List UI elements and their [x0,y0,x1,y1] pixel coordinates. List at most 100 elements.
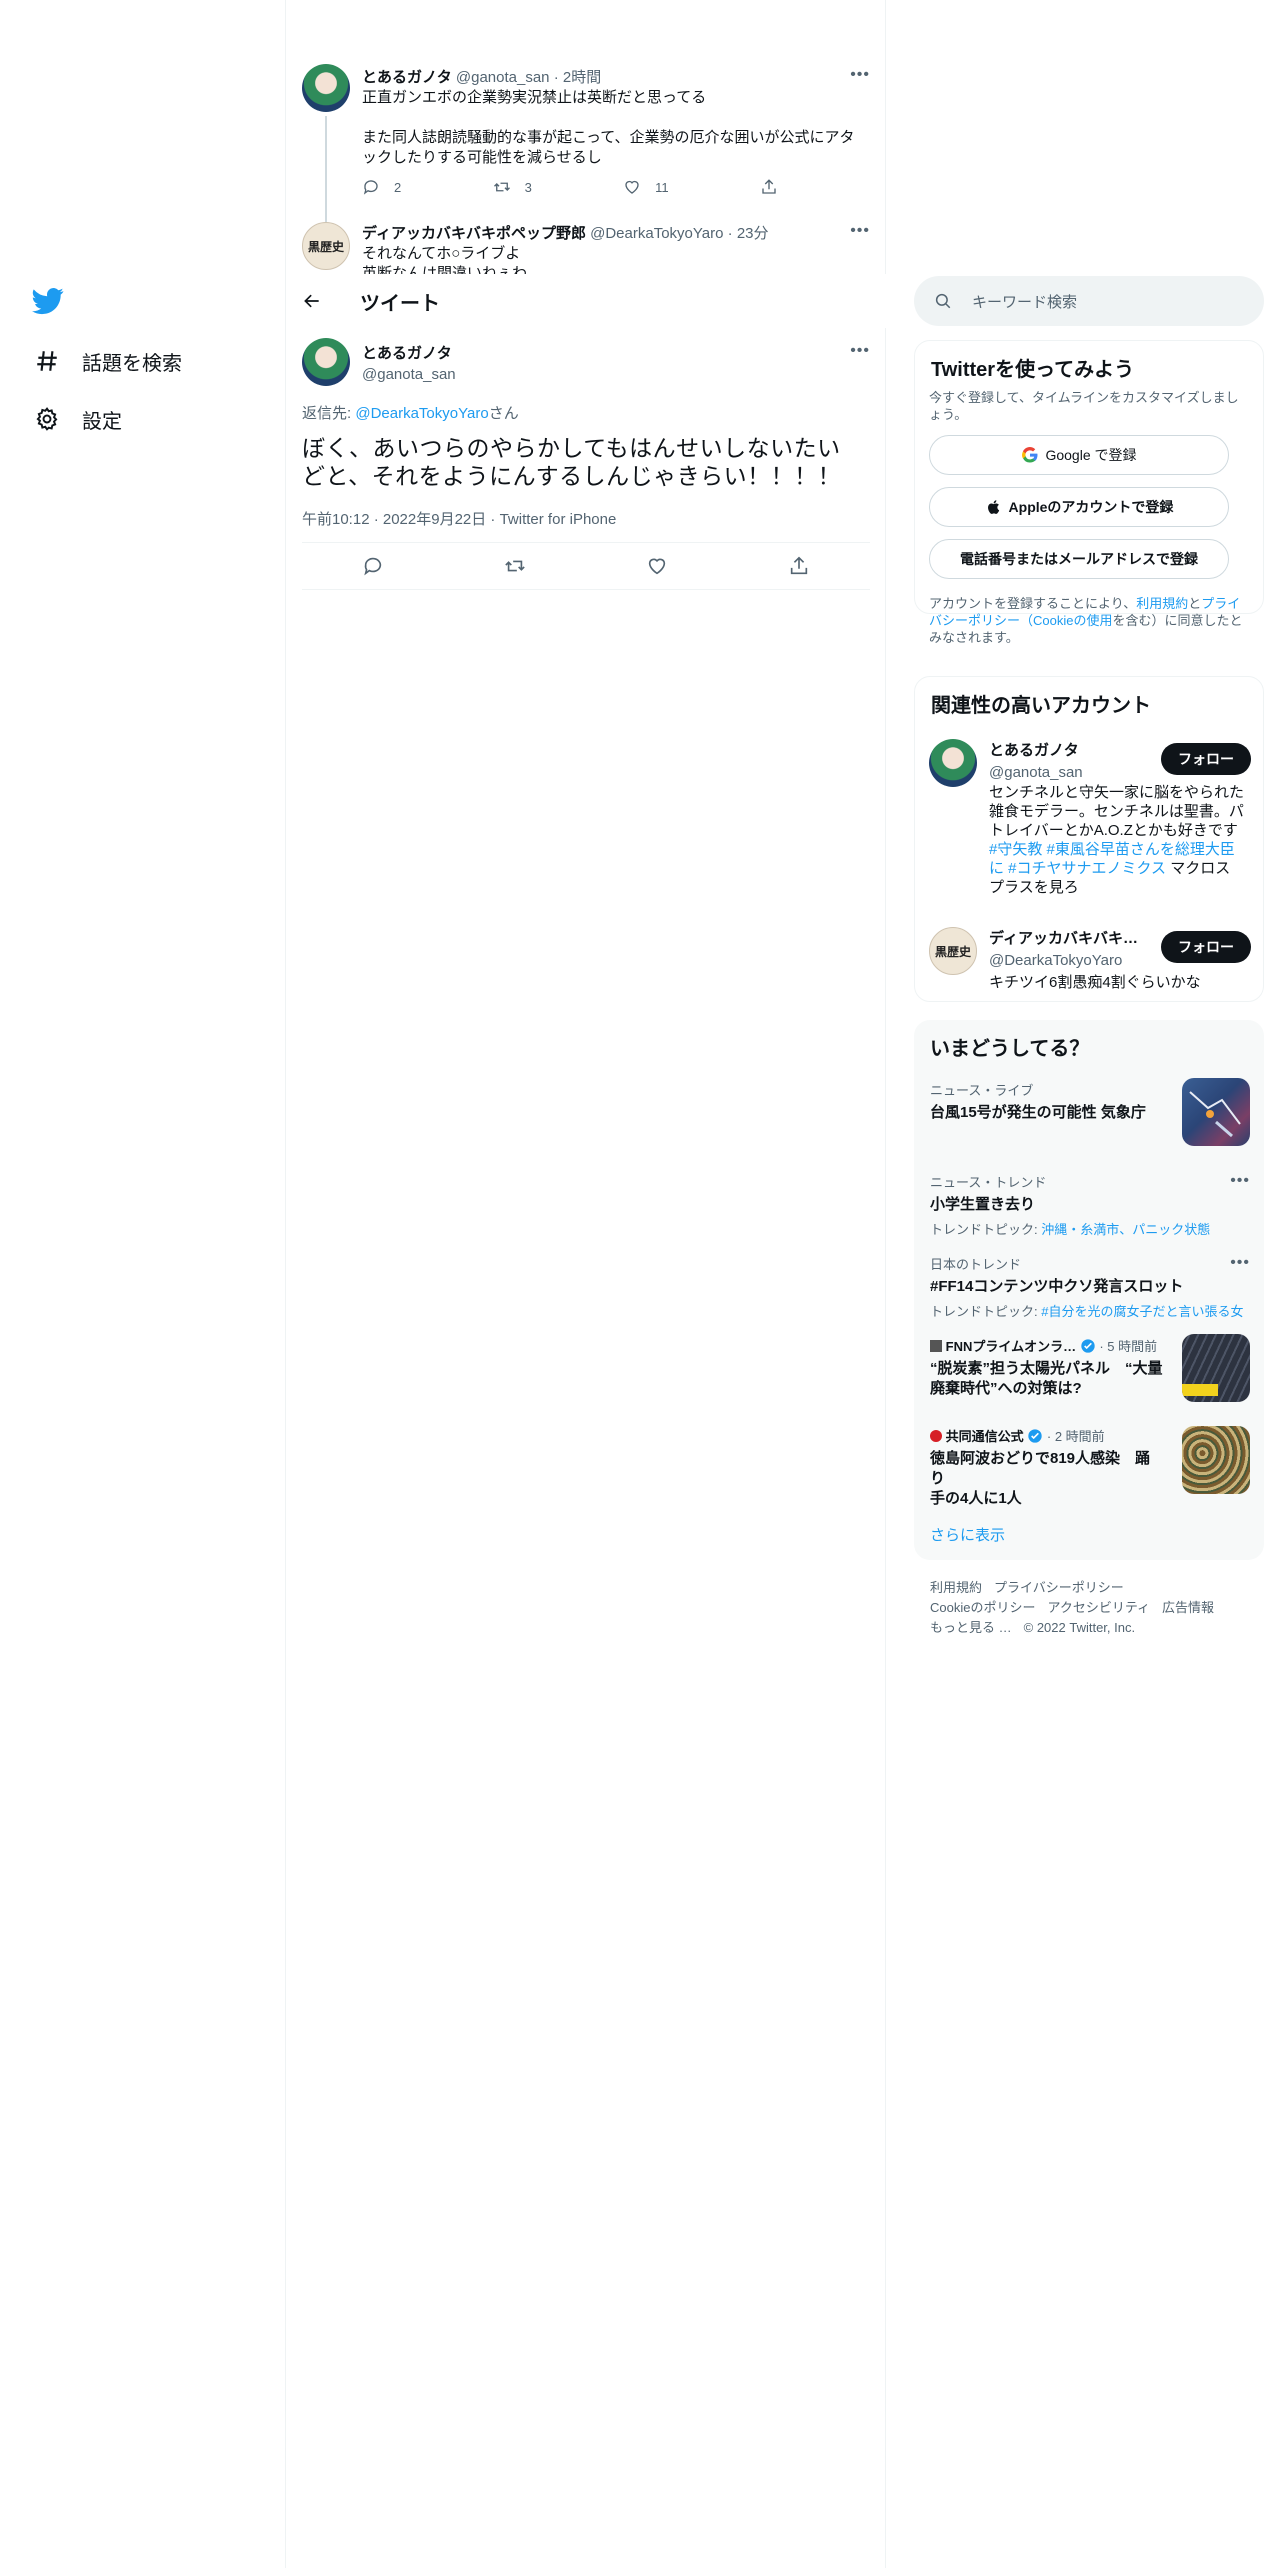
nav-settings[interactable]: 設定 [34,401,122,437]
footer-accessibility-link[interactable]: アクセシビリティ [1047,1600,1150,1615]
search-box[interactable]: キーワード検索 [914,276,1264,326]
thread-tweet[interactable]: 黒歴史 ディアッカバキバキポペップ野郎 @DearkaTokyoYaro · 2… [286,216,886,274]
main-column: とあるガノタ @ganota_san · 2時間 ••• 正直ガンエボの企業勢実… [286,0,886,2568]
verified-badge-icon [1028,1429,1042,1443]
tweet-meta[interactable]: 午前10:12 · 2022年9月22日 · Twitter for iPhon… [302,508,616,529]
display-name[interactable]: とあるガノタ [362,342,456,363]
more-icon[interactable]: ••• [850,222,870,240]
footer-privacy-link[interactable]: プライバシーポリシー [994,1580,1124,1595]
signup-title: Twitterを使ってみよう [931,359,1135,381]
page-title: ツイート [360,292,440,315]
left-navigation: 話題を検索 設定 [0,0,286,2568]
footer-links: 利用規約 プライバシーポリシー Cookieのポリシー アクセシビリティ 広告情報 も… [930,1578,1260,1638]
avatar[interactable]: 黒歴史 [929,927,977,975]
reply-icon[interactable] [362,555,384,577]
trend-item[interactable]: ニュース・トレンド 小学生置き去り トレンドトピック: 沖縄・糸満市、パニック状… [930,1172,1250,1238]
google-logo-icon [1022,446,1038,463]
reply-icon [363,180,378,195]
retweet-icon[interactable] [504,555,526,577]
twitter-logo-icon[interactable] [32,285,64,317]
relevant-accounts-card: 関連性の高いアカウント とあるガノタ @ganota_san フォロー センチネ… [914,676,1264,1002]
more-icon[interactable]: ••• [850,342,870,360]
handle[interactable]: @ganota_san [456,69,550,86]
tweet-text-line: 正直ガンエボの企業勢実況禁止は英断だと思ってる [362,89,707,106]
reply-button[interactable]: 2 [362,178,401,196]
footer-terms-link[interactable]: 利用規約 [930,1580,982,1595]
account-name[interactable]: とあるガノタ [989,739,1083,760]
more-icon[interactable]: ••• [1230,1254,1250,1272]
account-handle[interactable]: @ganota_san [989,764,1083,781]
tweet-text-line: ックしたりする可能性を減らせるし [362,149,602,166]
like-count: 11 [655,179,669,195]
show-more-link[interactable]: さらに表示 [930,1524,1005,1545]
like-button[interactable]: 11 [623,178,669,196]
account-bio: キチツイ6割愚痴4割ぐらいかな [989,974,1201,991]
search-icon [935,293,951,309]
more-icon[interactable]: ••• [1230,1172,1250,1190]
hashtag-link[interactable]: に #コチヤサナエノミクス [989,860,1166,877]
display-name[interactable]: ディアッカバキバキポペップ野郎 [362,225,586,242]
share-icon [762,179,776,194]
handle[interactable]: @ganota_san [362,366,456,383]
privacy-link[interactable]: プライ [1201,596,1240,611]
account-bio: センチネルと守矢一家に脳をやられた 雑食モデラー。センチネルは聖書。パ トレイバ… [989,784,1245,896]
account-item[interactable]: とあるガノタ @ganota_san フォロー センチネルと守矢一家に脳をやられ… [915,737,1265,917]
thread-tweet[interactable]: とあるガノタ @ganota_san · 2時間 ••• 正直ガンエボの企業勢実… [286,58,886,266]
main-tweet: とあるガノタ @ganota_san ••• 返信先: @DearkaTokyo… [286,328,886,590]
phone-email-signup-button[interactable]: 電話番号またはメールアドレスで登録 [929,539,1229,579]
tweet-header: ツイート [286,274,886,328]
footer-cookie-link[interactable]: Cookieのポリシー [930,1600,1035,1615]
heart-icon[interactable] [646,555,668,577]
share-button[interactable] [760,178,792,196]
trends-card: いまどうしてる？ ニュース・ライブ 台風15号が発生の可能性 気象庁 ニュース・… [914,1020,1264,1560]
display-name[interactable]: とあるガノタ [362,69,452,86]
trend-item[interactable]: 日本のトレンド #FF14コンテンツ中クソ発言スロット トレンドトピック: #自… [930,1254,1250,1320]
timestamp[interactable]: 2時間 [563,69,601,86]
terms-link[interactable]: 利用規約 [1136,596,1188,611]
tweet-text-line: それなんてホ○ライブよ [362,245,521,262]
more-icon[interactable]: ••• [850,66,870,84]
footer-more-link[interactable]: もっと見る … [930,1620,1012,1635]
timestamp[interactable]: 23分 [737,225,769,242]
follow-button[interactable]: フォロー [1161,743,1251,775]
copyright: © 2022 Twitter, Inc. [1023,1620,1136,1635]
nav-explore[interactable]: 話題を検索 [34,343,182,379]
heart-icon [625,180,639,194]
follow-button[interactable]: フォロー [1161,931,1251,963]
handle[interactable]: @DearkaTokyoYaro [590,225,723,242]
tweet-text-line: また同人誌朗読騒動的な事が起こって、企業勢の厄介な囲いが公式にアタ [362,129,855,146]
account-handle[interactable]: @DearkaTokyoYaro [989,952,1138,969]
fnn-logo-icon [930,1340,942,1352]
signup-subtitle: 今すぐ登録して、タイムラインをカスタマイズしまし ょう。 [929,390,1239,422]
search-input[interactable]: キーワード検索 [972,291,1077,312]
reply-to-link[interactable]: @DearkaTokyoYaro [355,405,488,422]
avatar[interactable] [929,739,977,787]
privacy-cookie-link[interactable]: バシーポリシー（Cookieの使用 [929,613,1112,628]
nav-settings-label: 設定 [82,410,122,433]
trend-topic-link[interactable]: 沖縄・糸満市、パニック状態 [1041,1222,1210,1237]
google-signup-button[interactable]: Google で登録 [929,435,1229,475]
avatar[interactable]: 黒歴史 [302,222,350,270]
divider [302,589,870,590]
news-thumbnail [1182,1426,1250,1494]
footer-ads-link[interactable]: 広告情報 [1162,1600,1214,1615]
avatar[interactable] [302,64,350,112]
weather-map-image [1189,1091,1241,1138]
trends-title: いまどうしてる？ [930,1038,1090,1060]
retweet-button[interactable]: 3 [493,178,532,196]
tweet-text-line: どと、それをようにんするしんじゃきらい！！！！ [302,463,842,489]
news-item[interactable]: FNNプライムオンラ… · 5 時間前 “脱炭素”担う太陽光パネル “大量 廃棄時… [930,1336,1164,1399]
avatar[interactable] [302,338,350,386]
relevant-title: 関連性の高いアカウント [931,695,1151,717]
news-item[interactable]: 共同通信公式 · 2 時間前 徳島阿波おどりで819人感染 踊り 手の4人に1人 [930,1426,1164,1509]
hashtag-link[interactable]: #守矢教 #東風谷早苗さんを総理大臣 [989,841,1235,858]
back-arrow-icon[interactable] [302,291,322,311]
signup-legal: アカウントを登録することにより、利用規約とプライ バシーポリシー（Cookieの使… [929,596,1243,645]
apple-signup-button[interactable]: Appleのアカウントで登録 [929,487,1229,527]
share-icon[interactable] [788,555,810,577]
account-item[interactable]: 黒歴史 ディアッカバキバキ… @DearkaTokyoYaro フォロー キチツ… [915,925,1265,995]
trend-topic-link[interactable]: #自分を光の腐女子だと言い張る女 [1041,1304,1243,1319]
account-name[interactable]: ディアッカバキバキ… [989,927,1138,948]
reply-context: 返信先: @DearkaTokyoYaroさん [302,405,519,422]
verified-badge-icon [1081,1339,1095,1353]
